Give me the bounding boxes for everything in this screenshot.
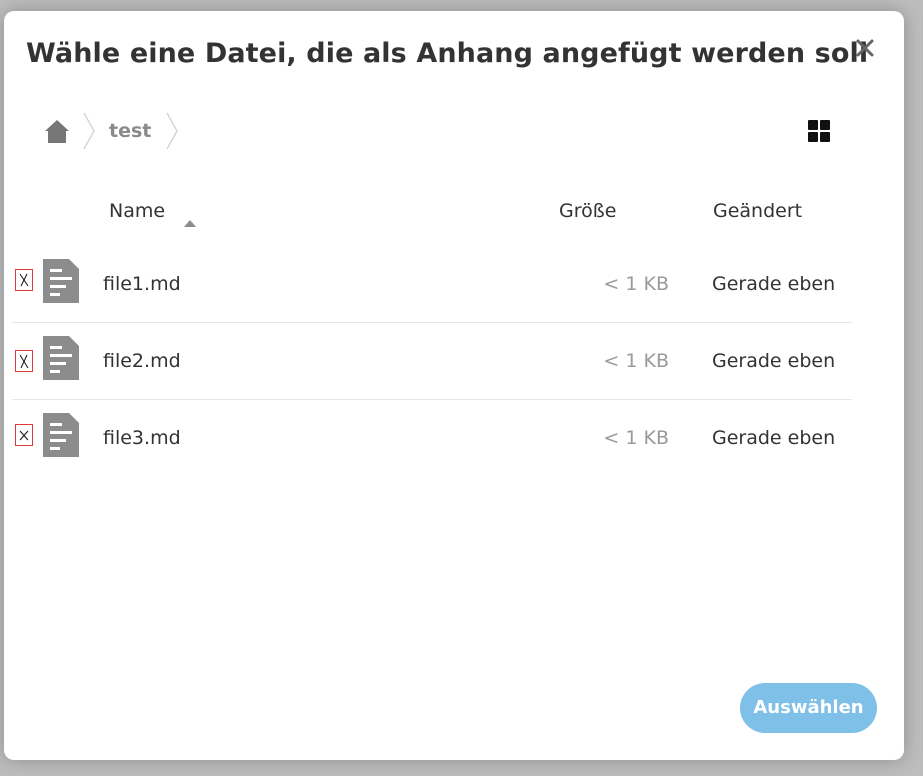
breadcrumb-home[interactable] bbox=[40, 117, 74, 147]
file-row[interactable]: file3.md < 1 KB Gerade eben bbox=[12, 400, 852, 476]
row-checkbox[interactable] bbox=[15, 350, 33, 372]
grid-view-icon bbox=[808, 120, 830, 142]
file-row[interactable]: file1.md < 1 KB Gerade eben bbox=[12, 246, 852, 323]
document-icon bbox=[43, 413, 79, 457]
choose-button[interactable]: Auswählen bbox=[740, 683, 877, 733]
breadcrumb-separator bbox=[82, 111, 96, 151]
dialog-title: Wähle eine Datei, die als Anhang angefüg… bbox=[26, 38, 869, 69]
column-header-size[interactable]: Größe bbox=[559, 200, 616, 222]
row-checkbox[interactable] bbox=[15, 269, 33, 291]
grid-view-toggle[interactable] bbox=[804, 116, 834, 146]
column-header-modified[interactable]: Geändert bbox=[713, 200, 802, 222]
column-header-name[interactable]: Name bbox=[109, 200, 165, 222]
document-icon bbox=[43, 336, 79, 380]
file-size: < 1 KB bbox=[603, 350, 669, 372]
file-name: file2.md bbox=[103, 350, 181, 372]
sort-ascending-icon bbox=[184, 220, 196, 227]
file-size: < 1 KB bbox=[603, 427, 669, 449]
close-icon bbox=[856, 39, 874, 57]
file-name: file1.md bbox=[103, 273, 181, 295]
file-size: < 1 KB bbox=[603, 273, 669, 295]
file-row[interactable]: file2.md < 1 KB Gerade eben bbox=[12, 323, 852, 400]
close-button[interactable] bbox=[850, 33, 880, 63]
file-picker-dialog: Wähle eine Datei, die als Anhang angefüg… bbox=[4, 11, 904, 760]
breadcrumb-item-test[interactable]: test bbox=[109, 120, 151, 142]
file-modified: Gerade eben bbox=[712, 350, 836, 372]
home-icon bbox=[45, 120, 69, 143]
breadcrumb-separator bbox=[165, 111, 179, 151]
document-icon bbox=[43, 259, 79, 303]
row-checkbox[interactable] bbox=[15, 424, 33, 446]
file-modified: Gerade eben bbox=[712, 427, 836, 449]
file-name: file3.md bbox=[103, 427, 181, 449]
file-modified: Gerade eben bbox=[712, 273, 836, 295]
